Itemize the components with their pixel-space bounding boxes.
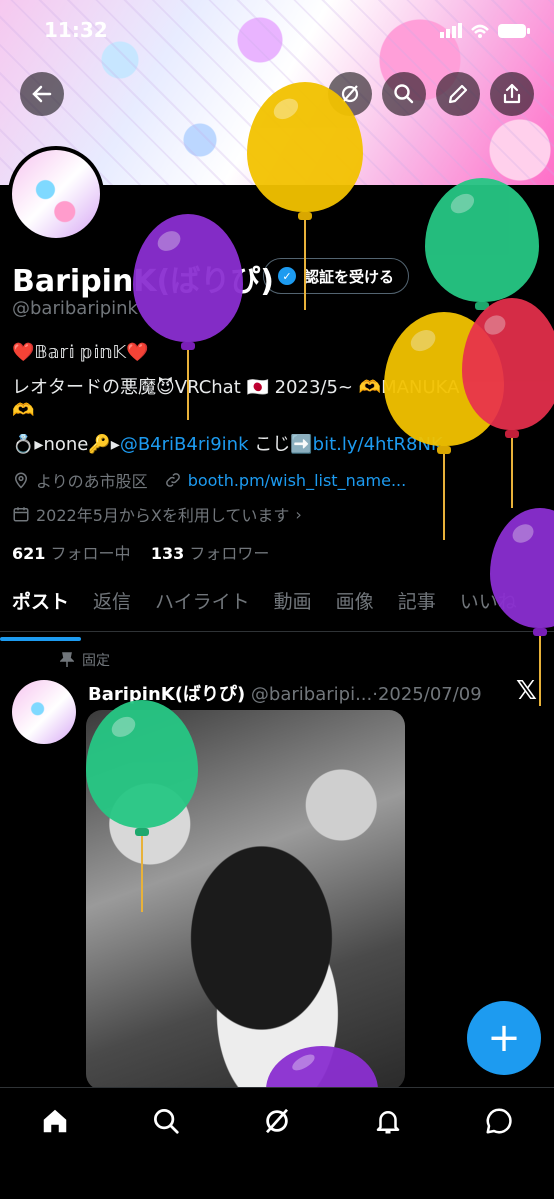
signal-wifi-battery-icon	[440, 23, 530, 38]
following-link[interactable]: 621 フォロー中	[12, 544, 131, 563]
calendar-icon	[13, 507, 29, 522]
followers-count: 133	[150, 544, 185, 563]
pin-icon	[60, 652, 74, 667]
balloon-purple-2	[490, 508, 554, 706]
back-button[interactable]	[20, 72, 64, 116]
profile-avatar[interactable]	[8, 146, 104, 242]
back-arrow-icon	[32, 85, 52, 103]
nav-home[interactable]	[40, 1106, 70, 1140]
profile-meta-row: よりのあ市股区 booth.pm/wish_list_name...	[12, 468, 406, 492]
joined-row[interactable]: 2022年5月からXを利用しています ›	[12, 502, 302, 526]
following-label: フォロー中	[50, 544, 131, 563]
nav-grok[interactable]	[262, 1106, 292, 1140]
location-pin-icon	[14, 472, 28, 489]
tab-replies[interactable]: 返信	[81, 585, 143, 631]
pinned-label: 固定	[82, 653, 110, 669]
profile-handle: @baribaripink	[12, 298, 138, 319]
bio-line-4-mid: こじ➡️	[248, 434, 313, 455]
balloon-purple-1	[133, 214, 243, 420]
tab-highlights[interactable]: ハイライト	[143, 585, 262, 631]
status-icons	[440, 22, 532, 44]
balloon-red-1	[462, 298, 554, 508]
search-button[interactable]	[382, 72, 426, 116]
compose-post-button[interactable]: +	[467, 1001, 541, 1075]
search-icon	[154, 1109, 179, 1134]
messages-icon	[486, 1108, 512, 1134]
bio-line-1: ❤️𝔹𝕒𝕣𝕚 𝕡𝕚𝕟𝕂❤️	[12, 342, 149, 363]
bio-line-3: 🫶	[12, 400, 35, 421]
status-time: 11:32	[44, 18, 108, 42]
balloon-green-2	[86, 700, 198, 912]
edit-button[interactable]	[436, 72, 480, 116]
profile-tabs: ポスト 返信 ハイライト 動画 画像 記事 いいね	[0, 585, 554, 641]
nav-notifications[interactable]	[373, 1106, 403, 1140]
home-icon	[44, 1109, 67, 1133]
search-icon	[394, 84, 414, 104]
tab-posts[interactable]: ポスト	[0, 585, 82, 641]
follow-counts: 621 フォロー中 133 フォロワー	[12, 540, 269, 564]
bio-line-4-prefix: 💍▸none🔑▸	[12, 434, 120, 455]
grok-icon	[265, 1108, 289, 1134]
tab-photos[interactable]: 画像	[324, 585, 386, 631]
followers-link[interactable]: 133 フォロワー	[151, 544, 270, 563]
post-author-avatar[interactable]	[12, 680, 76, 744]
balloon-green-1	[425, 178, 539, 310]
tab-articles[interactable]: 記事	[386, 585, 448, 631]
followers-label: フォロワー	[189, 544, 270, 563]
share-icon	[503, 83, 521, 104]
joined-date: 2022年5月からXを利用しています	[36, 506, 290, 525]
balloon-yellow-1	[247, 82, 363, 310]
bio-mention-link[interactable]: @B4riB4ri9ink	[120, 434, 249, 455]
following-count: 621	[12, 544, 46, 563]
bio-line-4: 💍▸none🔑▸@B4riB4ri9ink こじ➡️bit.ly/4htR8NK	[12, 430, 443, 456]
pinned-indicator: 固定	[60, 650, 110, 670]
bottom-navigation	[0, 1087, 554, 1199]
link-icon	[165, 473, 180, 487]
post-handle-date: @baribaripi...·2025/07/09	[250, 684, 482, 705]
profile-website-link[interactable]: booth.pm/wish_list_name...	[188, 471, 407, 490]
profile-location: よりのあ市股区	[36, 472, 148, 491]
chevron-right-icon: ›	[295, 504, 302, 524]
nav-search[interactable]	[151, 1106, 181, 1140]
tab-videos[interactable]: 動画	[262, 585, 324, 631]
nav-messages[interactable]	[484, 1106, 514, 1140]
tabs-divider	[0, 631, 554, 632]
share-button[interactable]	[490, 72, 534, 116]
pencil-icon	[448, 84, 468, 104]
bell-icon	[376, 1111, 400, 1134]
